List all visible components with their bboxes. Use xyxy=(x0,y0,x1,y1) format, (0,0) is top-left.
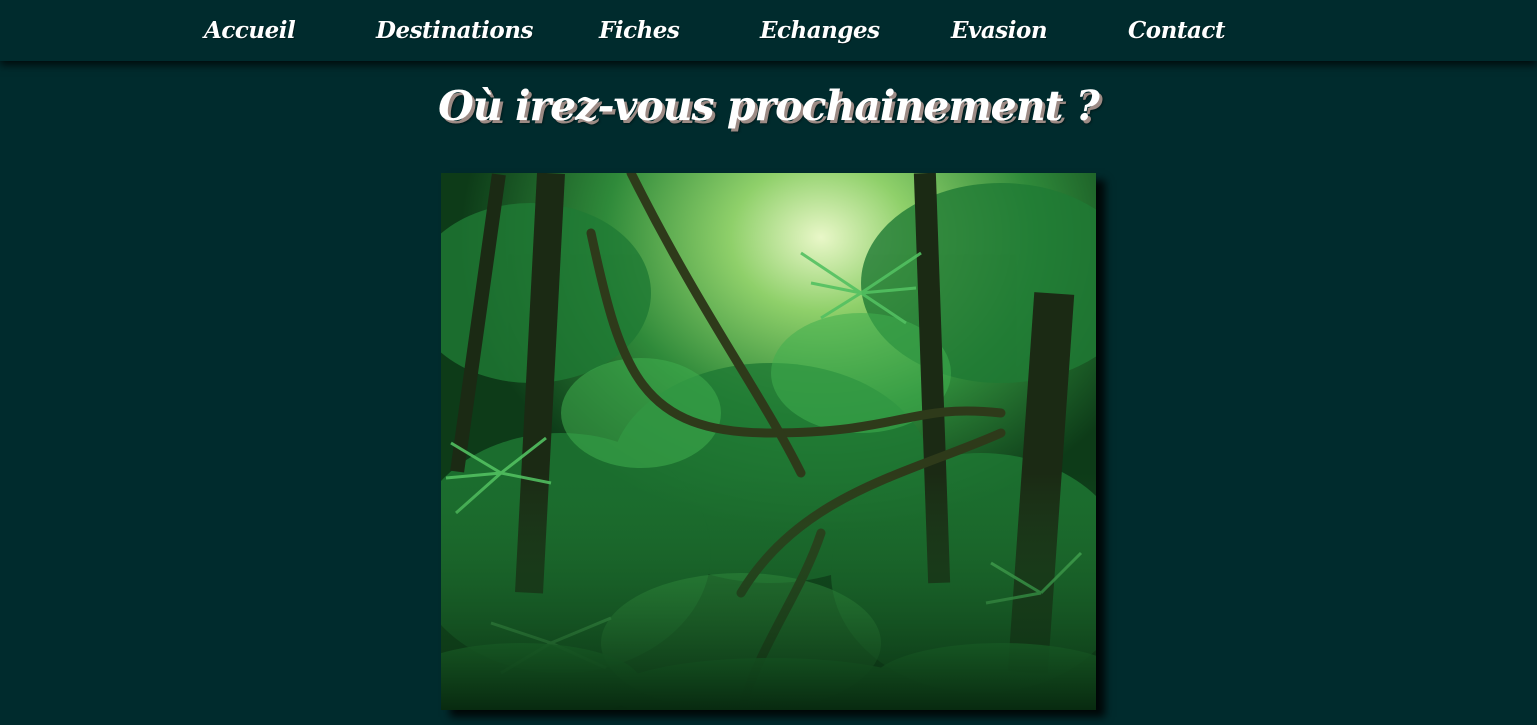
nav-link-accueil[interactable]: Accueil xyxy=(204,14,296,48)
nav-link-evasion[interactable]: Evasion xyxy=(951,14,1048,48)
jungle-image xyxy=(441,173,1096,710)
page-title: Où irez-vous prochainement ? xyxy=(438,82,1100,130)
top-navbar: Accueil Destinations Fiches Echanges Eva… xyxy=(0,0,1537,61)
nav-link-fiches[interactable]: Fiches xyxy=(599,14,680,48)
rainforest-illustration xyxy=(441,173,1096,710)
nav-link-contact[interactable]: Contact xyxy=(1128,14,1226,48)
nav-link-destinations[interactable]: Destinations xyxy=(376,14,533,48)
nav-link-echanges[interactable]: Echanges xyxy=(760,14,880,48)
